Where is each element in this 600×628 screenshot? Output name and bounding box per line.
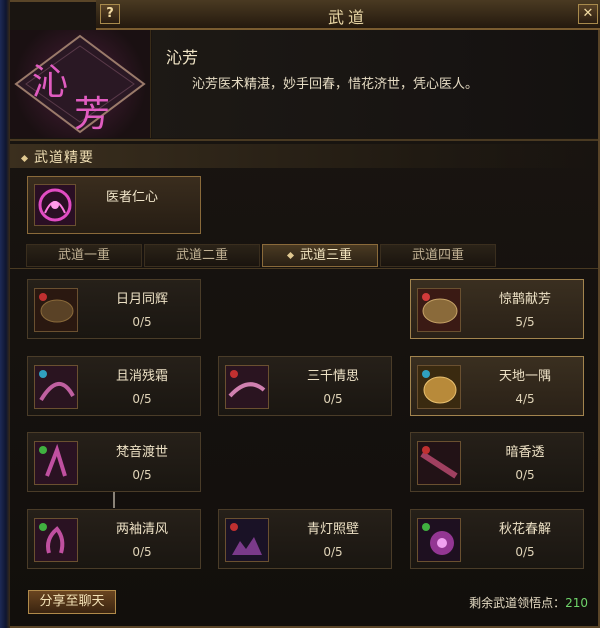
school-name: 沁芳 xyxy=(166,48,199,67)
skill-level: 5/5 xyxy=(515,315,535,329)
sun-moon-icon xyxy=(34,288,78,332)
school-description: 沁芳医术精湛，妙手回春，惜花济世，凭心医人。 xyxy=(192,77,479,92)
tab-label: 武道一重 xyxy=(57,248,110,263)
skill-node[interactable]: 天地一隅 4/5 xyxy=(410,356,584,416)
magpie-icon xyxy=(417,288,461,332)
tab-label: 武道四重 xyxy=(411,248,464,263)
core-skill-label: 医者仁心 xyxy=(106,190,159,205)
skill-node[interactable]: 梵音渡世 0/5 xyxy=(27,432,201,492)
skill-node[interactable]: 两袖清风 0/5 xyxy=(27,509,201,569)
window-title: 武道 xyxy=(327,8,368,27)
skill-level: 4/5 xyxy=(515,392,535,406)
lamp-icon xyxy=(225,518,269,562)
skill-level: 0/5 xyxy=(323,392,343,406)
skill-name: 暗香透 xyxy=(505,445,545,460)
remaining-points: 剩余武道领悟点：210 xyxy=(469,594,588,611)
sound-icon xyxy=(34,441,78,485)
skill-name: 三千情思 xyxy=(306,369,359,384)
skill-level: 0/5 xyxy=(132,315,152,329)
tab-tier-2[interactable]: 武道二重 xyxy=(144,244,260,267)
skill-connector xyxy=(113,492,115,508)
earth-icon xyxy=(417,365,461,409)
skill-level: 0/5 xyxy=(132,392,152,406)
portrait-emblem: 沁 芳 xyxy=(10,30,151,138)
portrait-glyph-2: 芳 xyxy=(74,94,110,135)
points-label: 剩余武道领悟点： xyxy=(469,596,566,610)
skill-level: 0/5 xyxy=(515,468,535,482)
skill-node[interactable]: 惊鹊献芳 5/5 xyxy=(410,279,584,339)
points-value: 210 xyxy=(565,596,588,610)
skill-name: 惊鹊献芳 xyxy=(498,292,551,307)
skill-node[interactable]: 秋花春解 0/5 xyxy=(410,509,584,569)
skill-level: 0/5 xyxy=(323,545,343,559)
core-skill[interactable]: 医者仁心 xyxy=(27,176,201,234)
skill-node[interactable]: 三千情思 0/5 xyxy=(218,356,392,416)
skill-node[interactable]: 青灯照壁 0/5 xyxy=(218,509,392,569)
skill-name: 两袖清风 xyxy=(115,522,168,537)
tab-tier-4[interactable]: 武道四重 xyxy=(380,244,496,267)
skill-name: 青灯照壁 xyxy=(306,522,359,537)
tab-label: 武道三重 xyxy=(299,248,352,263)
section-title: 武道精要 xyxy=(34,150,94,166)
section-header: 武道精要 xyxy=(10,144,598,168)
skill-level: 0/5 xyxy=(132,545,152,559)
skill-name: 秋花春解 xyxy=(498,522,551,537)
frost-icon xyxy=(34,365,78,409)
tab-bar: 武道一重 武道二重 武道三重 武道四重 xyxy=(10,244,598,269)
tab-tier-1[interactable]: 武道一重 xyxy=(26,244,142,267)
skill-level: 0/5 xyxy=(515,545,535,559)
help-button[interactable]: ? xyxy=(100,4,120,24)
tab-label: 武道二重 xyxy=(175,248,228,263)
wind-icon xyxy=(34,518,78,562)
flower-icon xyxy=(417,518,461,562)
skill-node[interactable]: 且消残霜 0/5 xyxy=(27,356,201,416)
skill-name: 日月同辉 xyxy=(115,292,168,307)
skill-name: 梵音渡世 xyxy=(115,445,168,460)
background-deco xyxy=(0,0,10,628)
skill-name: 且消残霜 xyxy=(115,369,168,384)
skill-level: 0/5 xyxy=(132,468,152,482)
thread-icon xyxy=(225,365,269,409)
skill-name: 天地一隅 xyxy=(498,369,551,384)
active-diamond-icon xyxy=(286,251,295,260)
diamond-icon xyxy=(20,154,29,162)
close-button[interactable]: ✕ xyxy=(578,4,598,24)
tab-tier-3[interactable]: 武道三重 xyxy=(262,244,378,267)
share-to-chat-button[interactable]: 分享至聊天 xyxy=(28,590,116,614)
skill-node[interactable]: 日月同辉 0/5 xyxy=(27,279,201,339)
skill-node[interactable]: 暗香透 0/5 xyxy=(410,432,584,492)
portrait-glyph-1: 沁 xyxy=(32,62,68,103)
heart-spiral-icon xyxy=(34,184,76,226)
divider xyxy=(10,139,598,141)
title-bar[interactable]: 武道 xyxy=(96,0,600,30)
fragrance-icon xyxy=(417,441,461,485)
